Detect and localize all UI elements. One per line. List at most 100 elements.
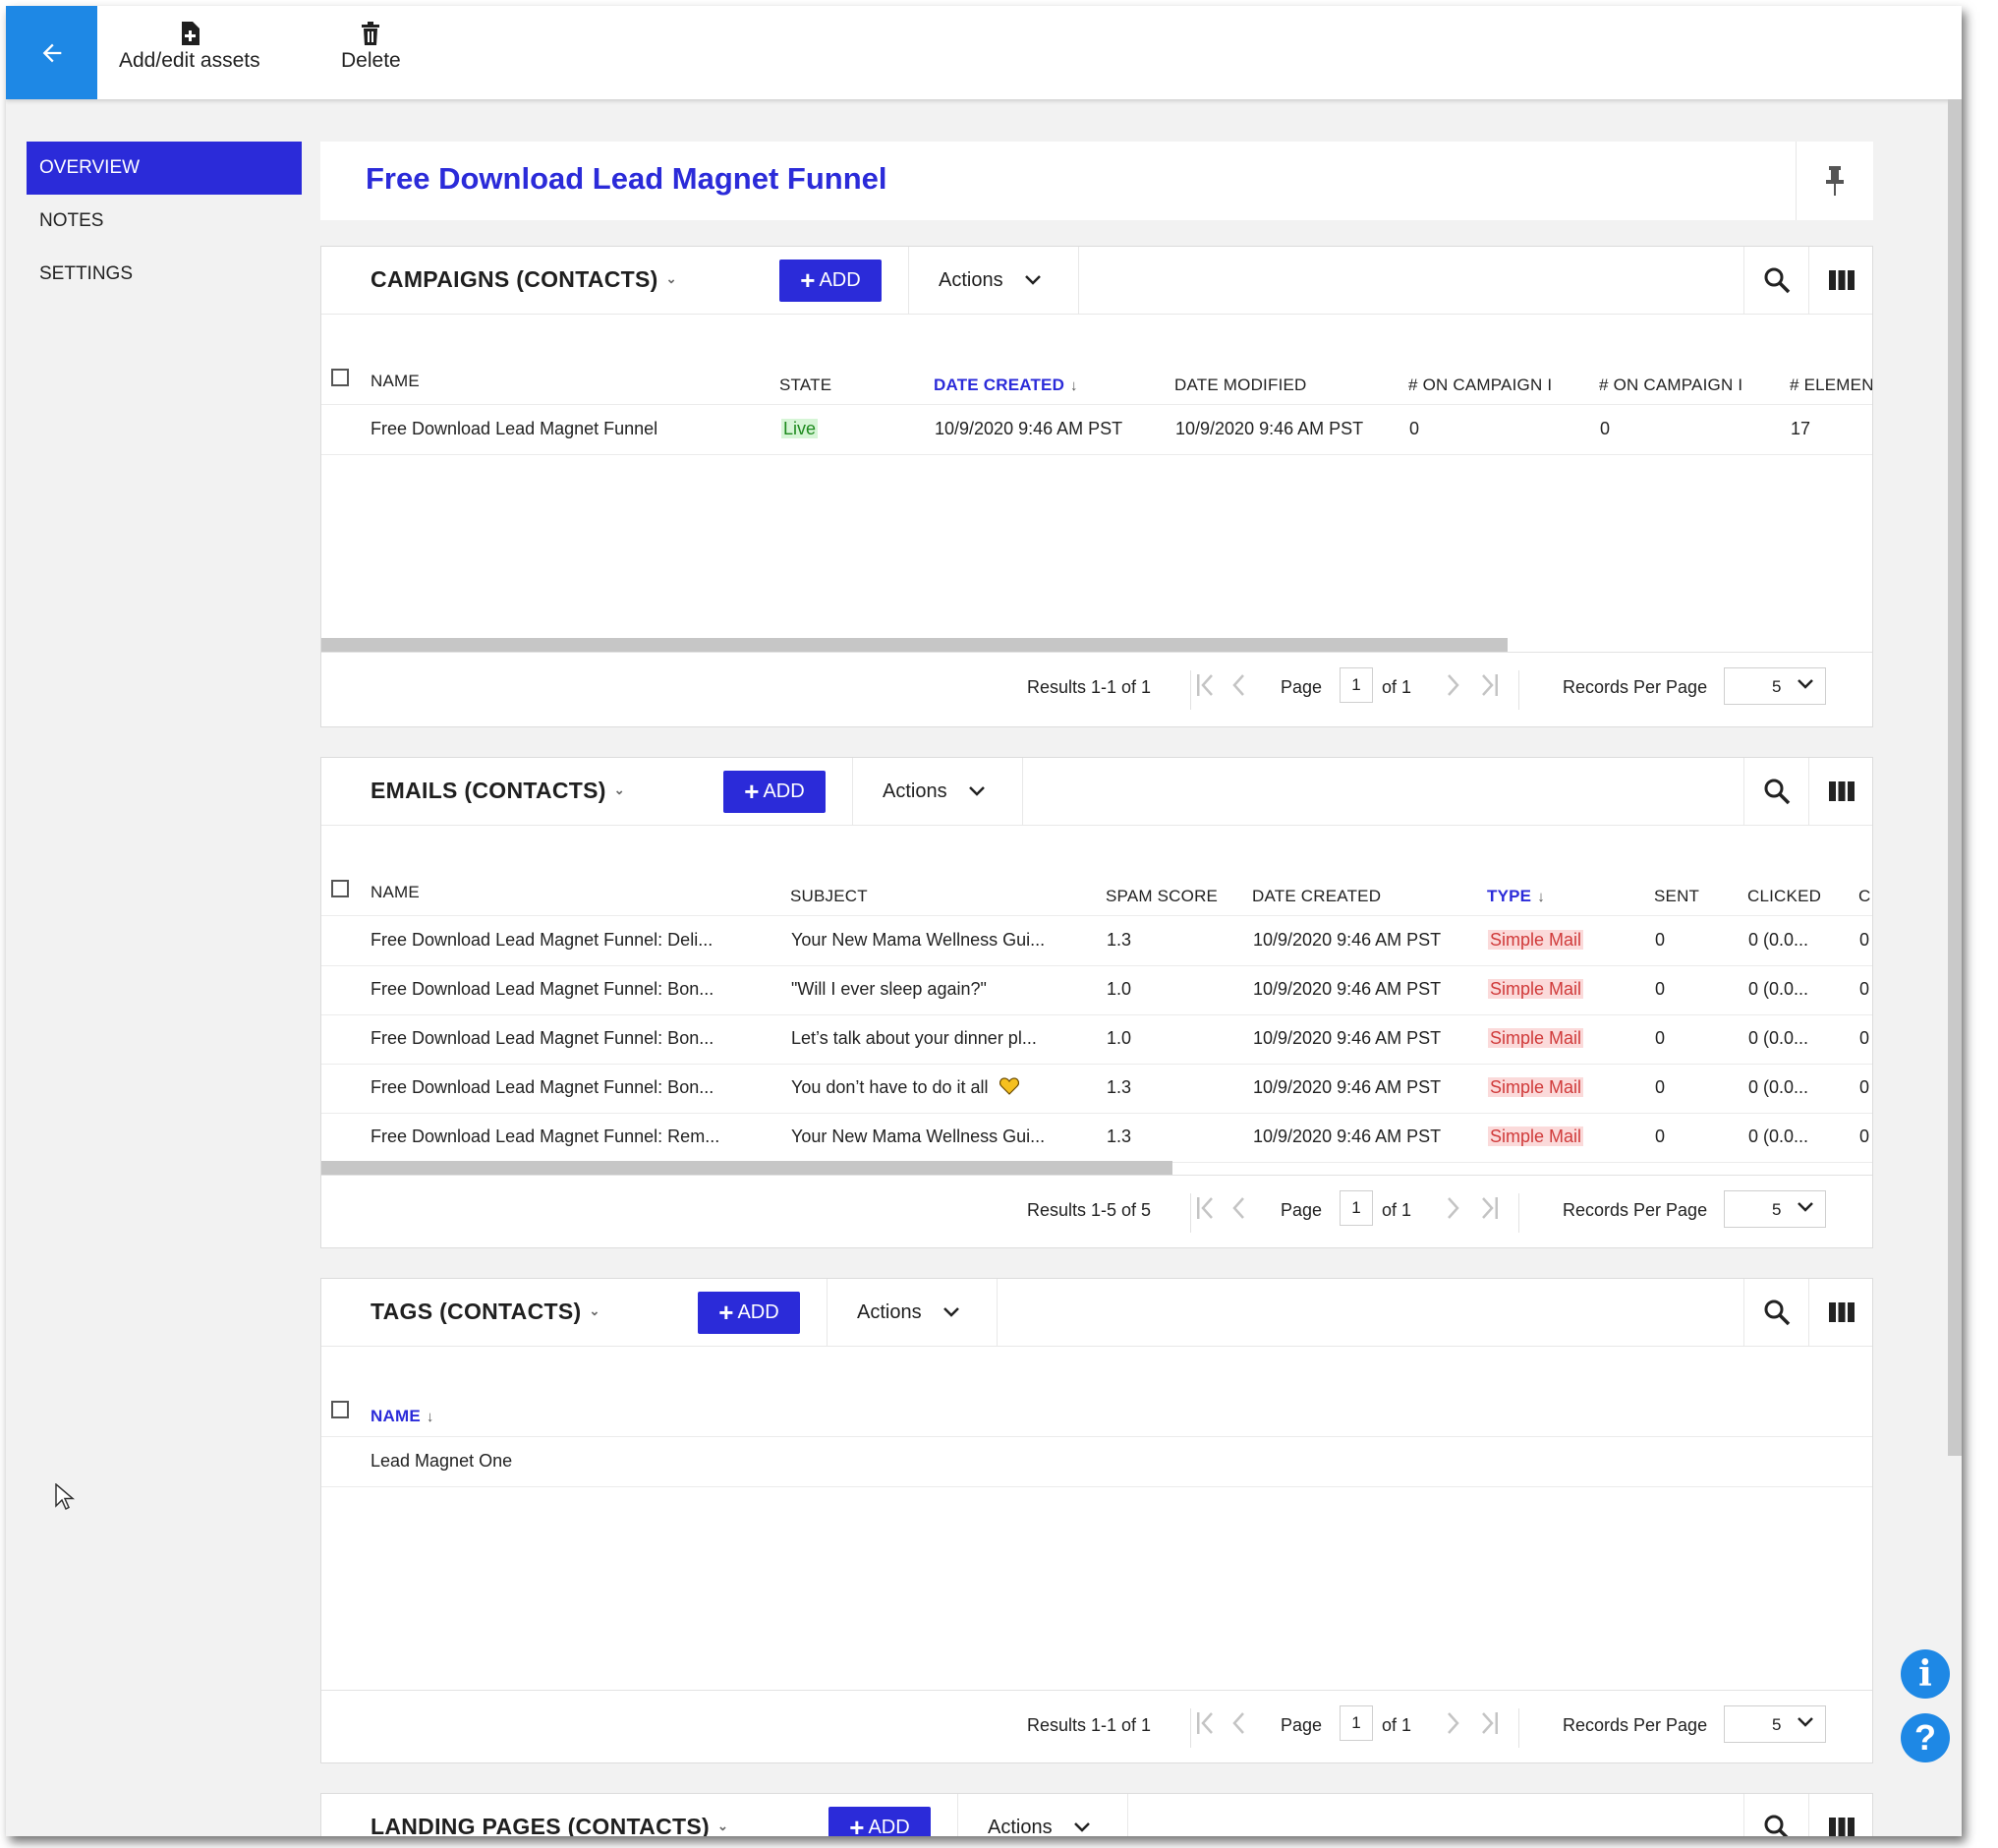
tag-name[interactable]: Lead Magnet One bbox=[371, 1451, 512, 1472]
select-all-checkbox[interactable] bbox=[331, 1401, 349, 1418]
nav-notes[interactable]: NOTES bbox=[27, 195, 302, 248]
col-date-modified[interactable]: DATE MODIFIED bbox=[1174, 375, 1307, 395]
records-per-page-label: Records Per Page bbox=[1563, 677, 1708, 697]
clicked-count: 0 (0.0... bbox=[1748, 930, 1809, 950]
col-date-created[interactable]: DATE CREATED bbox=[1252, 887, 1381, 906]
emails-add-button[interactable]: + ADD bbox=[723, 771, 826, 813]
nav-overview[interactable]: OVERVIEW bbox=[27, 142, 302, 195]
tags-header: TAGS (CONTACTS) ⌄ + ADD Actions bbox=[321, 1279, 1872, 1347]
sort-down-icon: ↓ bbox=[426, 1409, 434, 1425]
clicked-count: 0 (0.0... bbox=[1748, 979, 1809, 999]
horizontal-scrollbar[interactable] bbox=[321, 1161, 1172, 1175]
columns-icon bbox=[1829, 1818, 1855, 1836]
last-page-icon[interactable] bbox=[1475, 672, 1501, 698]
email-name[interactable]: Free Download Lead Magnet Funnel: Bon... bbox=[371, 979, 714, 1000]
campaigns-columns-button[interactable] bbox=[1808, 247, 1872, 314]
elements-count: 17 bbox=[1791, 419, 1811, 438]
first-page-icon[interactable] bbox=[1194, 1195, 1220, 1221]
chevron-down-icon: ⌄ bbox=[665, 271, 677, 286]
next-page-icon[interactable] bbox=[1443, 1195, 1462, 1221]
col-c[interactable]: C bbox=[1858, 887, 1870, 906]
landing-pages-add-button[interactable]: + ADD bbox=[828, 1807, 931, 1836]
tags-add-button[interactable]: + ADD bbox=[698, 1292, 800, 1334]
records-per-page-select[interactable]: 5 bbox=[1724, 667, 1826, 705]
pin-button[interactable] bbox=[1796, 142, 1873, 220]
email-name[interactable]: Free Download Lead Magnet Funnel: Bon... bbox=[371, 1028, 714, 1049]
table-row[interactable]: Lead Magnet One bbox=[321, 1437, 1872, 1487]
page-number-input[interactable]: 1 bbox=[1340, 1705, 1373, 1741]
tags-title[interactable]: TAGS (CONTACTS) ⌄ bbox=[371, 1299, 600, 1325]
landing-pages-panel: LANDING PAGES (CONTACTS) ⌄ + ADD Actions bbox=[320, 1793, 1873, 1836]
table-row[interactable]: Free Download Lead Magnet Funnel: Bon...… bbox=[321, 965, 1872, 1015]
records-per-page-select[interactable]: 5 bbox=[1724, 1705, 1826, 1743]
emails-title[interactable]: EMAILS (CONTACTS) ⌄ bbox=[371, 778, 625, 804]
landing-pages-actions-dropdown[interactable]: Actions bbox=[957, 1794, 1128, 1836]
landing-pages-title[interactable]: LANDING PAGES (CONTACTS) ⌄ bbox=[371, 1814, 728, 1836]
campaign-name[interactable]: Free Download Lead Magnet Funnel bbox=[371, 419, 657, 439]
side-navigation: OVERVIEW NOTES SETTINGS bbox=[27, 142, 302, 301]
last-page-icon[interactable] bbox=[1475, 1195, 1501, 1221]
delete-button[interactable]: Delete bbox=[341, 22, 401, 73]
landing-pages-search-button[interactable] bbox=[1743, 1794, 1809, 1836]
next-page-icon[interactable] bbox=[1443, 1710, 1462, 1736]
table-row[interactable]: Free Download Lead Magnet Funnel: Deli..… bbox=[321, 916, 1872, 966]
add-edit-assets-button[interactable]: Add/edit assets bbox=[119, 22, 260, 73]
previous-page-icon[interactable] bbox=[1229, 1710, 1249, 1736]
col-name[interactable]: NAME bbox=[371, 883, 420, 902]
previous-page-icon[interactable] bbox=[1229, 1195, 1249, 1221]
campaigns-pagination: Results 1-1 of 1 Page 1 of 1 Records Per… bbox=[321, 652, 1872, 726]
chevron-down-icon bbox=[1073, 1822, 1090, 1832]
col-sent[interactable]: SENT bbox=[1654, 887, 1699, 906]
search-icon bbox=[1764, 1299, 1791, 1326]
select-all-checkbox[interactable] bbox=[331, 369, 349, 386]
next-page-icon[interactable] bbox=[1443, 672, 1462, 698]
back-button[interactable] bbox=[6, 6, 97, 99]
campaigns-add-button[interactable]: + ADD bbox=[779, 260, 882, 302]
last-page-icon[interactable] bbox=[1475, 1710, 1501, 1736]
campaigns-search-button[interactable] bbox=[1743, 247, 1809, 314]
col-subject[interactable]: SUBJECT bbox=[790, 887, 868, 906]
landing-pages-columns-button[interactable] bbox=[1808, 1794, 1872, 1836]
email-name[interactable]: Free Download Lead Magnet Funnel: Rem... bbox=[371, 1126, 719, 1147]
previous-page-icon[interactable] bbox=[1229, 672, 1249, 698]
table-row[interactable]: Free Download Lead Magnet Funnel: Rem...… bbox=[321, 1113, 1872, 1163]
col-type[interactable]: TYPE ↓ bbox=[1487, 887, 1545, 906]
first-page-icon[interactable] bbox=[1194, 1710, 1220, 1736]
horizontal-scrollbar[interactable] bbox=[321, 638, 1508, 652]
email-name[interactable]: Free Download Lead Magnet Funnel: Bon... bbox=[371, 1077, 714, 1098]
col-clicked[interactable]: CLICKED bbox=[1747, 887, 1821, 906]
emails-header: EMAILS (CONTACTS) ⌄ + ADD Actions bbox=[321, 758, 1872, 826]
table-row[interactable]: Free Download Lead Magnet Funnel Live 10… bbox=[321, 405, 1872, 455]
campaigns-title[interactable]: CAMPAIGNS (CONTACTS) ⌄ bbox=[371, 266, 677, 293]
records-per-page-select[interactable]: 5 bbox=[1724, 1190, 1826, 1228]
col-on-campaign-1[interactable]: # ON CAMPAIGN I bbox=[1408, 375, 1552, 395]
col-date-created[interactable]: DATE CREATED ↓ bbox=[934, 375, 1078, 395]
tags-actions-dropdown[interactable]: Actions bbox=[827, 1279, 998, 1346]
col-state[interactable]: STATE bbox=[779, 375, 831, 395]
emails-columns-button[interactable] bbox=[1808, 758, 1872, 825]
tags-search-button[interactable] bbox=[1743, 1279, 1809, 1346]
col-spam-score[interactable]: SPAM SCORE bbox=[1106, 887, 1218, 906]
campaigns-actions-dropdown[interactable]: Actions bbox=[908, 247, 1079, 314]
emails-search-button[interactable] bbox=[1743, 758, 1809, 825]
info-icon[interactable]: i bbox=[1901, 1649, 1950, 1699]
col-on-campaign-2[interactable]: # ON CAMPAIGN I bbox=[1599, 375, 1742, 395]
first-page-icon[interactable] bbox=[1194, 672, 1220, 698]
chevron-down-icon bbox=[1798, 679, 1813, 689]
page-number-input[interactable]: 1 bbox=[1340, 1190, 1373, 1226]
col-name[interactable]: NAME bbox=[371, 372, 420, 391]
tags-columns-button[interactable] bbox=[1808, 1279, 1872, 1346]
date-created: 10/9/2020 9:46 AM PST bbox=[1253, 1126, 1442, 1146]
page-number-input[interactable]: 1 bbox=[1340, 667, 1373, 703]
nav-settings[interactable]: SETTINGS bbox=[27, 248, 302, 301]
select-all-checkbox[interactable] bbox=[331, 880, 349, 897]
table-row[interactable]: Free Download Lead Magnet Funnel: Bon...… bbox=[321, 1064, 1872, 1114]
col-name[interactable]: NAME ↓ bbox=[371, 1407, 434, 1426]
help-icon[interactable]: ? bbox=[1901, 1713, 1950, 1762]
col-elements[interactable]: # ELEMEN bbox=[1790, 375, 1872, 395]
emails-actions-dropdown[interactable]: Actions bbox=[852, 758, 1023, 825]
vertical-scrollbar-thumb[interactable] bbox=[1948, 99, 1962, 1456]
landing-pages-header: LANDING PAGES (CONTACTS) ⌄ + ADD Actions bbox=[321, 1794, 1872, 1836]
email-name[interactable]: Free Download Lead Magnet Funnel: Deli..… bbox=[371, 930, 713, 951]
table-row[interactable]: Free Download Lead Magnet Funnel: Bon...… bbox=[321, 1014, 1872, 1065]
